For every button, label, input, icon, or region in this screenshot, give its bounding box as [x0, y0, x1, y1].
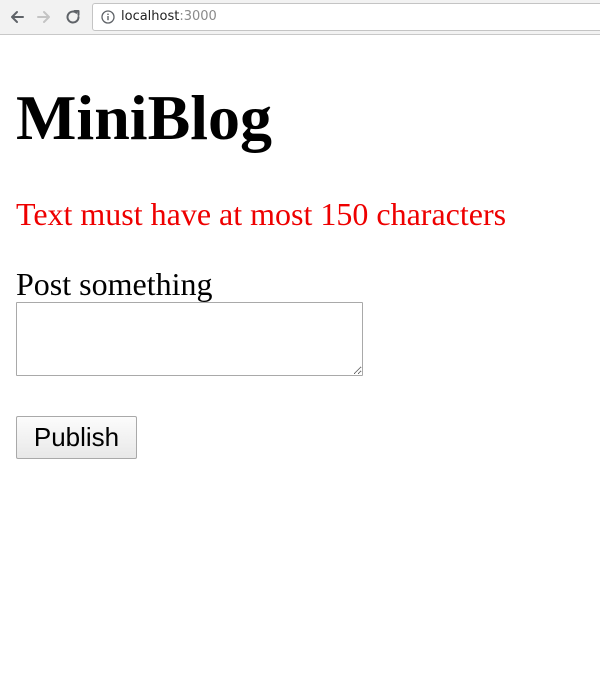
url-text: localhost:3000: [121, 4, 217, 30]
url-port: :3000: [179, 9, 217, 24]
arrow-left-icon: [11, 11, 24, 23]
info-icon[interactable]: [101, 10, 115, 24]
reload-icon: [66, 10, 80, 24]
address-bar[interactable]: localhost:3000: [92, 3, 600, 31]
publish-button[interactable]: Publish: [16, 416, 137, 459]
url-host: localhost: [121, 9, 180, 24]
arrow-right-icon: [37, 11, 50, 23]
forward-button[interactable]: [33, 6, 55, 28]
error-message: Text must have at most 150 characters: [16, 196, 507, 232]
reload-button[interactable]: [62, 6, 84, 28]
back-button[interactable]: [6, 6, 28, 28]
post-label: Post something: [16, 266, 213, 302]
page-title: MiniBlog: [16, 82, 273, 153]
post-textarea[interactable]: [16, 302, 363, 376]
browser-toolbar: localhost:3000: [0, 0, 600, 35]
